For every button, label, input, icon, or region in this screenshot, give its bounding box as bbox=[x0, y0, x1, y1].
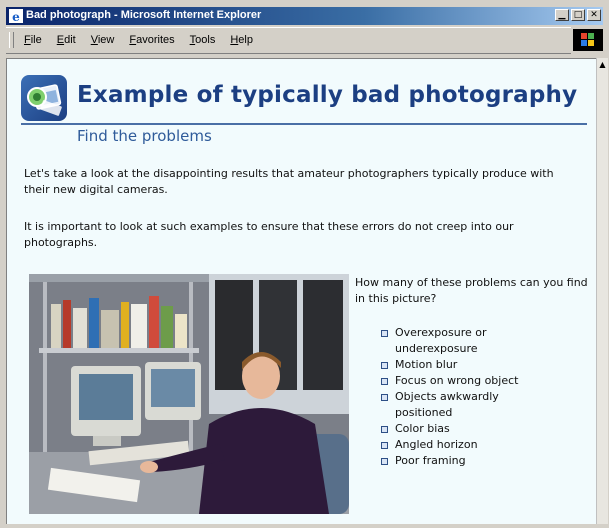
bullet-icon bbox=[381, 394, 388, 401]
page-subheading: Find the problems bbox=[77, 127, 212, 145]
menu-tools[interactable]: Tools bbox=[190, 34, 216, 46]
office-scene-image bbox=[29, 274, 349, 514]
example-photo bbox=[29, 274, 349, 514]
toolbar-grip[interactable] bbox=[9, 32, 14, 48]
intro-paragraph: Let's take a look at the disappointing r… bbox=[24, 167, 554, 196]
list-item: Objects awkwardly positioned bbox=[379, 389, 559, 421]
maximize-button[interactable]: □ bbox=[571, 9, 585, 21]
menu-bar: File Edit View Favorites Tools Help bbox=[6, 27, 571, 54]
problems-list: Overexposure or underexposure Motion blu… bbox=[379, 325, 559, 469]
list-item: Color bias bbox=[379, 421, 559, 437]
bullet-icon bbox=[381, 426, 388, 433]
page-logo bbox=[21, 75, 67, 121]
browser-window: e Bad photograph - Microsoft Internet Ex… bbox=[0, 0, 609, 528]
scroll-up-icon[interactable]: ▲ bbox=[598, 60, 607, 69]
window-title: Bad photograph - Microsoft Internet Expl… bbox=[26, 9, 262, 21]
problem-label: Overexposure or underexposure bbox=[395, 326, 487, 355]
problem-label: Motion blur bbox=[395, 358, 458, 371]
photo-prints-icon bbox=[27, 84, 62, 116]
menu-help[interactable]: Help bbox=[230, 34, 253, 46]
svg-text:e: e bbox=[12, 10, 20, 23]
list-item: Focus on wrong object bbox=[379, 373, 559, 389]
problems-question: How many of these problems can you find … bbox=[355, 276, 588, 305]
list-item: Angled horizon bbox=[379, 437, 559, 453]
title-bar[interactable]: e Bad photograph - Microsoft Internet Ex… bbox=[6, 7, 603, 25]
menu-edit[interactable]: Edit bbox=[57, 34, 76, 46]
problem-label: Objects awkwardly positioned bbox=[395, 390, 499, 419]
menu-view[interactable]: View bbox=[91, 34, 115, 46]
bullet-icon bbox=[381, 362, 388, 369]
bullet-icon bbox=[381, 442, 388, 449]
close-button[interactable]: ✕ bbox=[587, 9, 601, 21]
list-item: Poor framing bbox=[379, 453, 559, 469]
windows-logo-icon bbox=[581, 33, 594, 46]
menu-file[interactable]: File bbox=[24, 34, 42, 46]
bullet-icon bbox=[381, 330, 388, 337]
problem-label: Color bias bbox=[395, 422, 450, 435]
list-item: Motion blur bbox=[379, 357, 559, 373]
page-heading: Example of typically bad photography bbox=[77, 82, 578, 108]
minimize-button[interactable]: ▁ bbox=[555, 9, 569, 21]
vertical-scrollbar[interactable]: ▲ bbox=[596, 58, 608, 524]
problem-label: Poor framing bbox=[395, 454, 466, 467]
bullet-icon bbox=[381, 378, 388, 385]
heading-divider bbox=[21, 123, 587, 125]
windows-throbber bbox=[573, 29, 603, 51]
menu-favorites[interactable]: Favorites bbox=[129, 34, 174, 46]
problem-label: Focus on wrong object bbox=[395, 374, 519, 387]
problem-label: Angled horizon bbox=[395, 438, 478, 451]
page-content: Example of typically bad photography Fin… bbox=[6, 58, 596, 524]
importance-paragraph: It is important to look at such examples… bbox=[24, 220, 514, 249]
list-item: Overexposure or underexposure bbox=[379, 325, 559, 357]
bullet-icon bbox=[381, 458, 388, 465]
internet-explorer-icon: e bbox=[9, 9, 23, 23]
